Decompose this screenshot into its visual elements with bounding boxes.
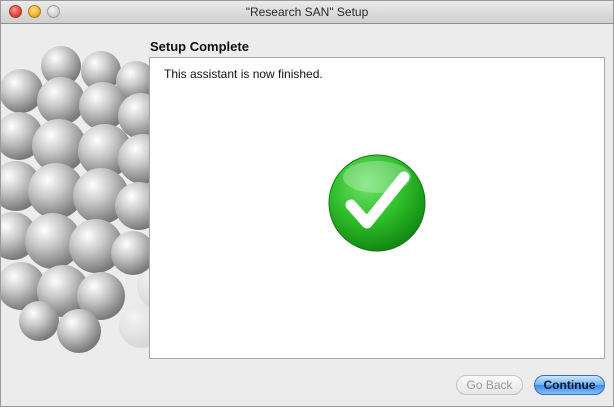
completion-message: This assistant is now finished. <box>164 67 323 81</box>
title-bar[interactable]: "Research SAN" Setup <box>1 1 613 24</box>
content-panel: This assistant is now finished. <box>149 57 605 359</box>
go-back-button[interactable]: Go Back <box>456 375 523 395</box>
setup-assistant-window: "Research SAN" Setup Setup Complete This… <box>0 0 614 407</box>
checkmark-icon <box>328 154 426 252</box>
page-title: Setup Complete <box>150 39 249 54</box>
window-title: "Research SAN" Setup <box>245 5 369 19</box>
continue-button[interactable]: Continue <box>534 375 605 395</box>
